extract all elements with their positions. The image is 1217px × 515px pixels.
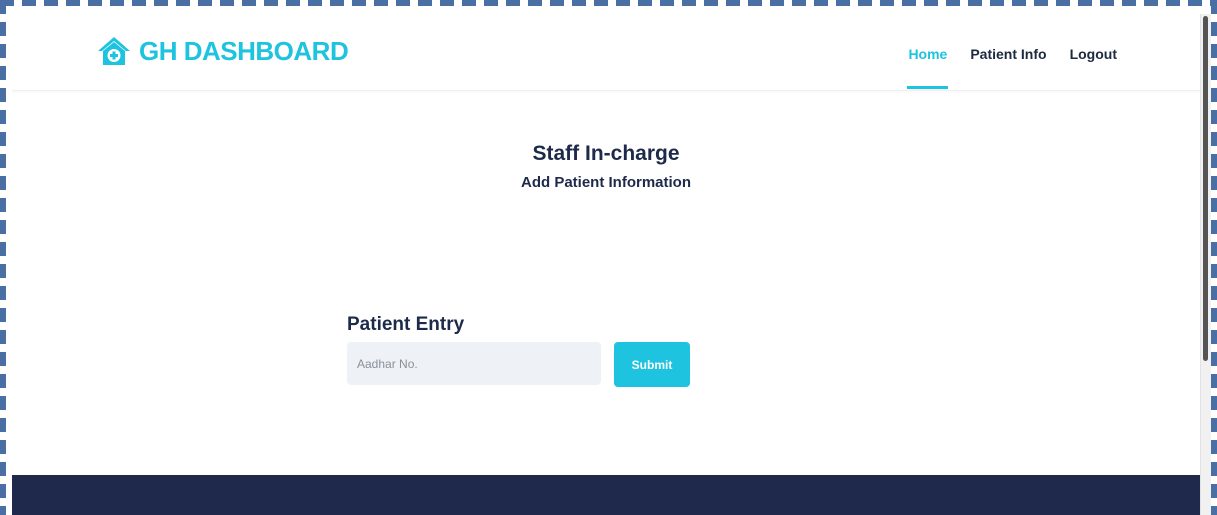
vertical-scrollbar[interactable] <box>1200 14 1211 515</box>
nav-home[interactable]: Home <box>907 45 949 89</box>
page-title: Staff In-charge <box>532 142 680 165</box>
logo-text: GH DASHBOARD <box>139 36 349 66</box>
title-block: Staff In-charge Add Patient Information <box>12 140 1200 194</box>
selection-border-left <box>0 0 6 515</box>
logo[interactable]: GH DASHBOARD <box>97 36 349 66</box>
footer <box>12 475 1200 515</box>
selection-border-right <box>1211 0 1217 515</box>
page-viewport: GH DASHBOARD Home Patient Info Logout St… <box>12 14 1200 515</box>
nav-patient-info[interactable]: Patient Info <box>970 45 1046 63</box>
patient-entry-heading: Patient Entry <box>347 314 465 335</box>
scrollbar-thumb[interactable] <box>1203 16 1208 361</box>
aadhar-input[interactable] <box>347 342 601 385</box>
top-header: GH DASHBOARD Home Patient Info Logout <box>12 14 1200 91</box>
main-nav: Home Patient Info Logout <box>907 45 1117 89</box>
screenshot-frame: GH DASHBOARD Home Patient Info Logout St… <box>0 0 1217 515</box>
selection-border-top <box>0 0 1217 6</box>
page-subtitle: Add Patient Information <box>521 174 691 191</box>
submit-button[interactable]: Submit <box>614 342 690 387</box>
home-plus-icon <box>98 37 130 65</box>
nav-logout[interactable]: Logout <box>1070 45 1117 63</box>
